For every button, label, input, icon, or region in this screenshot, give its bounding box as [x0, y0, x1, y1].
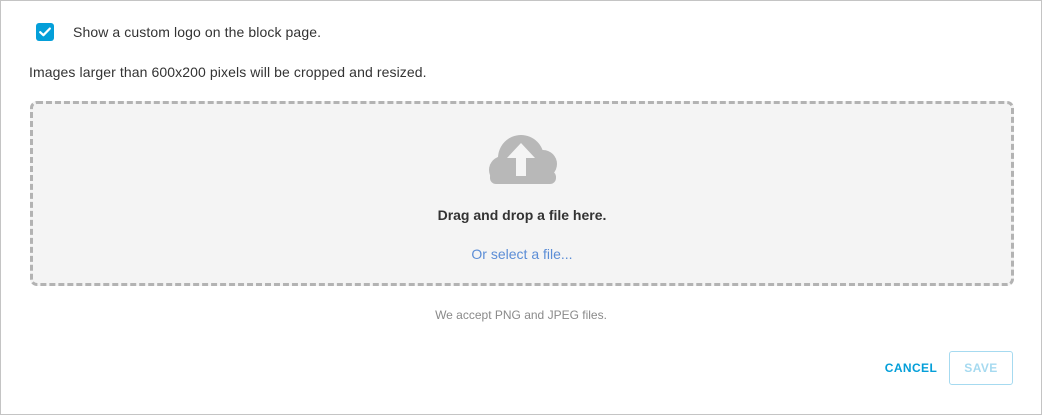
file-dropzone[interactable]: Drag and drop a file here. Or select a f…: [30, 101, 1014, 286]
dropzone-title: Drag and drop a file here.: [437, 207, 607, 223]
cancel-button[interactable]: CANCEL: [881, 357, 941, 379]
logo-upload-panel: Show a custom logo on the block page. Im…: [0, 0, 1042, 415]
save-button[interactable]: SAVE: [949, 351, 1013, 385]
select-file-link[interactable]: Or select a file...: [471, 246, 572, 262]
select-file-link-container: Or select a file...: [33, 246, 1011, 262]
accepted-formats-note: We accept PNG and JPEG files.: [435, 308, 607, 322]
checkmark-icon: [39, 27, 51, 37]
custom-logo-option: Show a custom logo on the block page.: [36, 23, 321, 41]
custom-logo-checkbox[interactable]: [36, 23, 54, 41]
cloud-upload-icon: [489, 135, 557, 184]
custom-logo-label[interactable]: Show a custom logo on the block page.: [73, 24, 321, 40]
image-size-note: Images larger than 600x200 pixels will b…: [29, 64, 427, 80]
